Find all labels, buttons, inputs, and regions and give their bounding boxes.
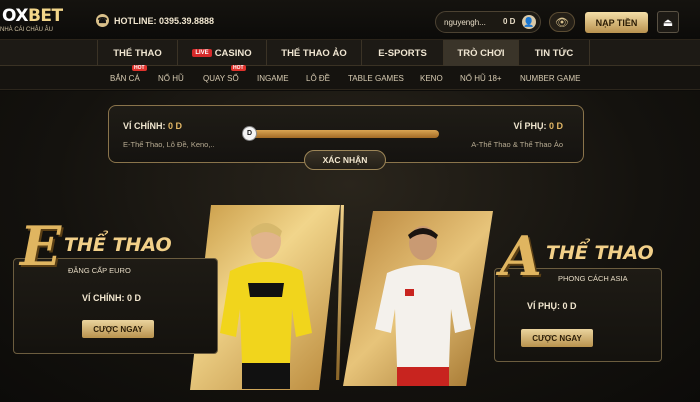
hot-badge: HOT xyxy=(231,65,246,71)
sub-nav: BẮN CÁ HOT NỔ HŨ QUAY SỐ HOT INGAME LÔ ĐỀ … xyxy=(0,65,700,90)
user-icon[interactable]: 👤 xyxy=(522,15,536,29)
sub-item-ingame[interactable]: INGAME xyxy=(257,66,289,90)
hot-badge: HOT xyxy=(132,65,147,71)
player-yellow-jersey-image xyxy=(220,223,312,389)
tab-e-sports[interactable]: E-SPORTS xyxy=(361,40,443,66)
tab-tro-choi[interactable]: TRÒ CHƠI xyxy=(443,40,518,66)
transfer-slider-handle[interactable]: D xyxy=(242,126,257,141)
top-header: OXBET NHÀ CÁI CHÂU ÂU ☎ HOTLINE: 0395.39… xyxy=(0,0,700,40)
player-white-jersey-image xyxy=(375,226,471,386)
sub-item-table-games[interactable]: TABLE GAMES xyxy=(348,66,404,90)
sub-item-no-hu[interactable]: NỔ HŨ xyxy=(158,66,184,90)
sub-wallet-desc: A-Thể Thao & Thể Thao Ảo xyxy=(471,140,563,149)
main-wallet-label: VÍ CHÍNH: 0 D xyxy=(123,121,183,131)
hotline-text: HOTLINE: 0395.39.8888 xyxy=(114,15,215,26)
a-card-subtitle: PHONG CÁCH ASIA xyxy=(558,274,628,283)
user-account-box[interactable]: nguyengh... 0 D 👤 xyxy=(435,11,541,33)
logout-icon[interactable]: ⏏ xyxy=(657,11,679,33)
a-card-balance: VÍ PHỤ: 0 D xyxy=(527,301,577,311)
main-wallet-value: 0 D xyxy=(168,121,183,131)
tab-tin-tuc[interactable]: TIN TỨC xyxy=(518,40,590,66)
e-card-title: THỂ THAO xyxy=(64,234,172,256)
sub-item-quay-so[interactable]: QUAY SỐ HOT xyxy=(203,65,246,90)
logo-tagline: NHÀ CÁI CHÂU ÂU xyxy=(0,27,54,33)
deposit-button[interactable]: NẠP TIỀN xyxy=(585,12,648,33)
sub-item-keno[interactable]: KENO xyxy=(420,66,443,90)
sub-item-lo-de[interactable]: LÔ ĐỀ xyxy=(306,66,330,90)
logo-text-ox: OX xyxy=(2,6,28,26)
e-bet-now-button[interactable]: CƯỢC NGAY xyxy=(82,320,154,338)
hotline: ☎ HOTLINE: 0395.39.8888 xyxy=(96,14,214,27)
phone-icon: ☎ xyxy=(96,14,109,27)
logo[interactable]: OXBET NHÀ CÁI CHÂU ÂU xyxy=(0,6,90,36)
main-nav: THỂ THAO LIVE CASINO THỂ THAO ẢO E-SPORTS… xyxy=(0,40,700,66)
sub-item-no-hu-18[interactable]: NỔ HŨ 18+ xyxy=(460,66,502,90)
e-card-subtitle: ĐẲNG CẤP EURO xyxy=(68,266,131,275)
a-letter-logo: A xyxy=(500,224,542,288)
header-balance: 0 D xyxy=(503,17,516,26)
live-badge: LIVE xyxy=(192,49,212,57)
a-card-title: THỂ THAO xyxy=(546,242,654,264)
confirm-button[interactable]: XÁC NHẬN xyxy=(304,150,386,170)
main-wallet-desc: E-Thể Thao, Lô Đề, Keno,.. xyxy=(123,140,215,149)
tab-the-thao[interactable]: THỂ THAO xyxy=(97,40,177,66)
e-letter-logo: E xyxy=(20,214,62,278)
eye-icon[interactable]: 👁 xyxy=(549,12,575,32)
username: nguyengh... xyxy=(444,17,486,27)
tab-the-thao-ao[interactable]: THỂ THAO ẢO xyxy=(266,40,361,66)
sub-item-ban-ca[interactable]: BẮN CÁ HOT xyxy=(110,65,147,90)
e-card-balance: VÍ CHÍNH: 0 D xyxy=(82,293,142,303)
tab-casino[interactable]: LIVE CASINO xyxy=(177,40,266,66)
transfer-slider-track[interactable] xyxy=(249,130,439,138)
sub-wallet-label: VÍ PHỤ: 0 D xyxy=(513,121,563,131)
sub-wallet-value: 0 D xyxy=(548,121,563,131)
a-bet-now-button[interactable]: CƯỢC NGAY xyxy=(521,329,593,347)
logo-text-bet: BET xyxy=(27,6,63,26)
sub-item-number-game[interactable]: NUMBER GAME xyxy=(520,66,580,90)
